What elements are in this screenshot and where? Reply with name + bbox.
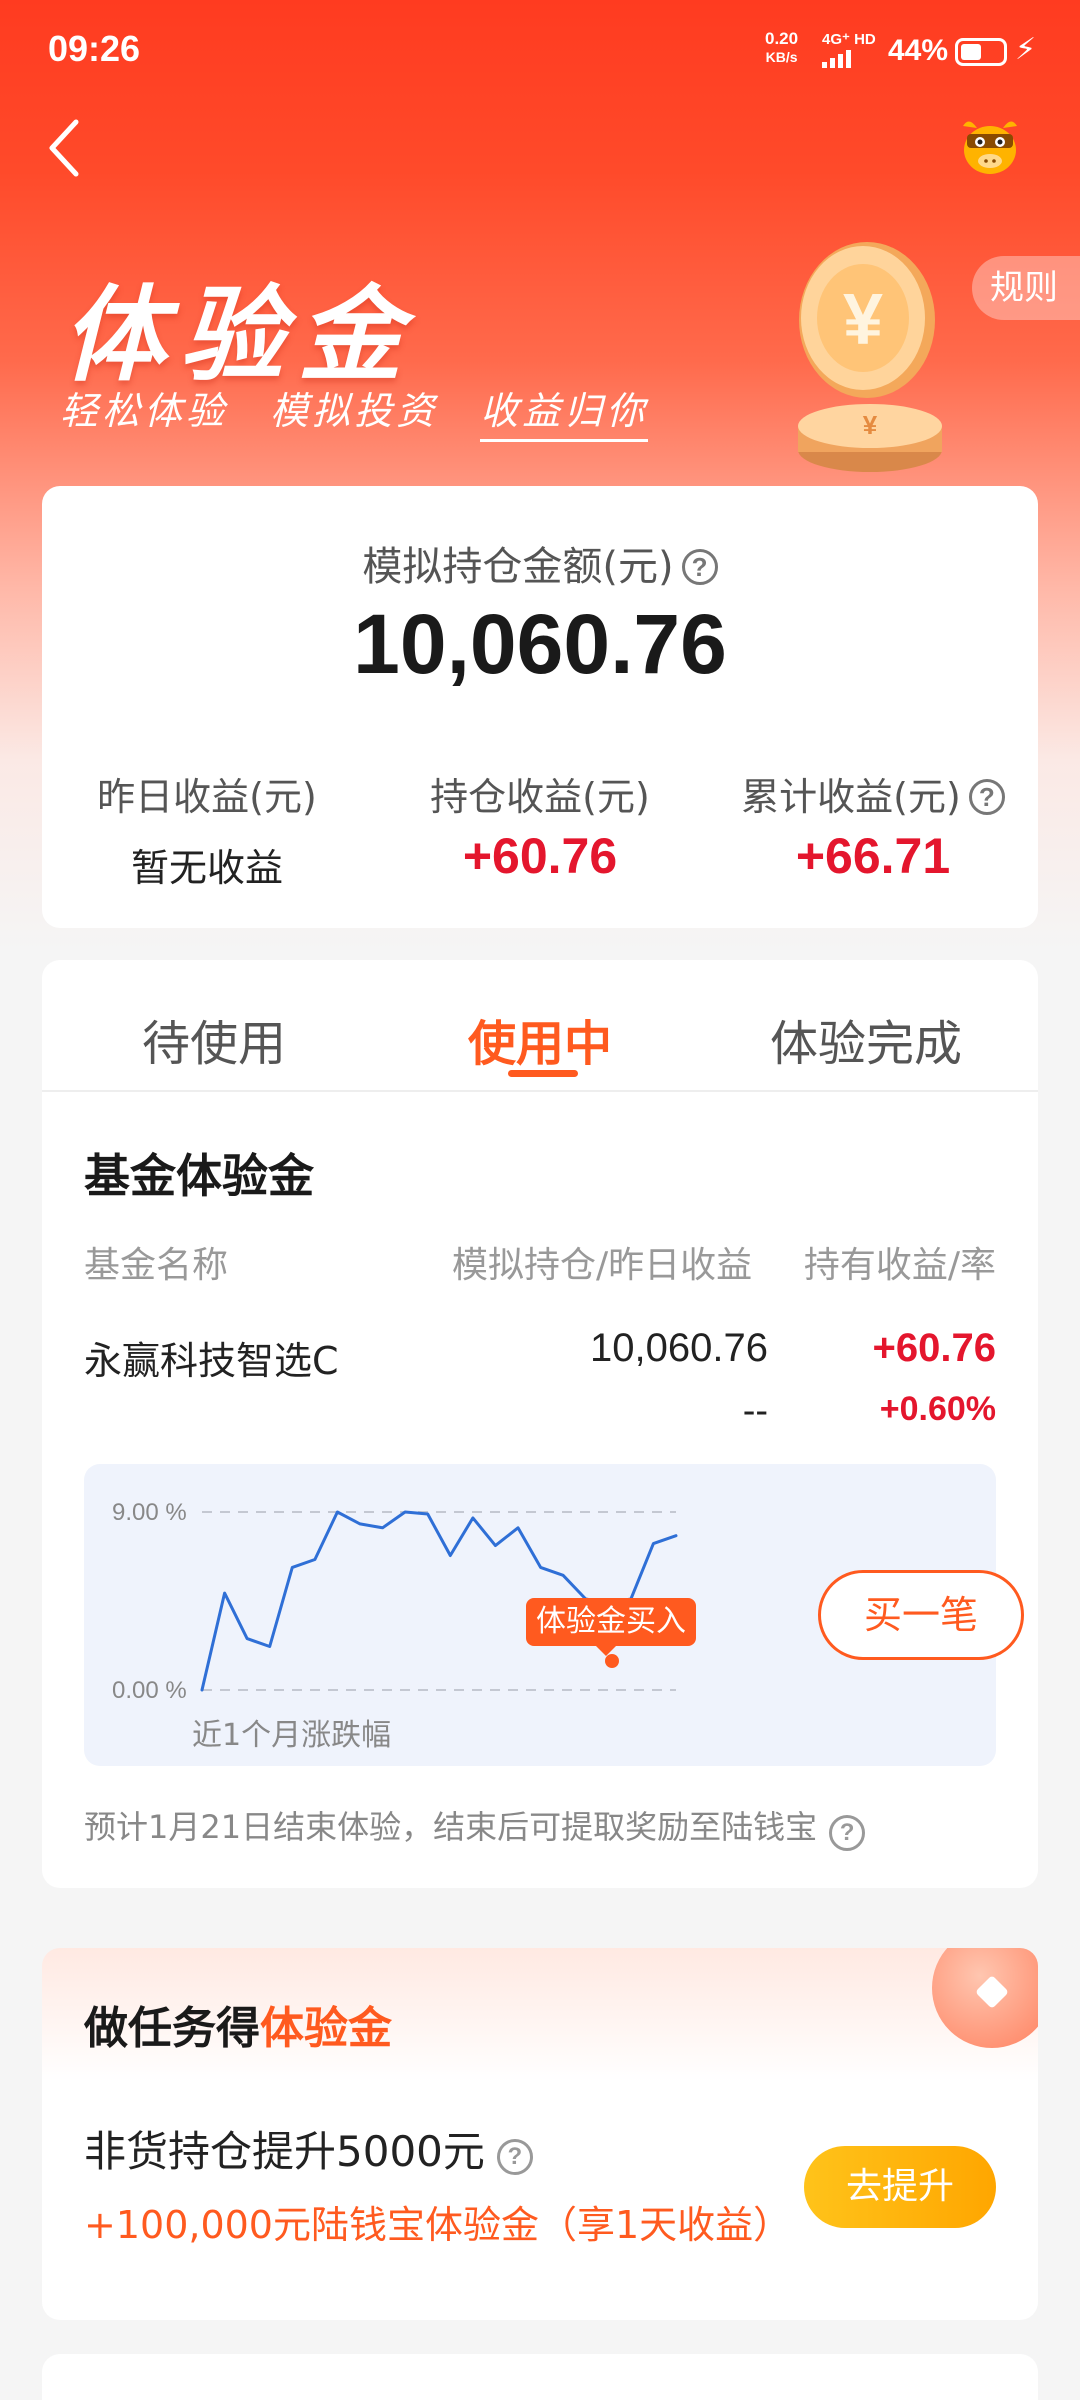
svg-text:¥: ¥ bbox=[843, 280, 883, 360]
fund-gain: +60.76 bbox=[872, 1326, 996, 1370]
task-title-prefix: 做任务得 bbox=[84, 2003, 260, 2054]
net-speed: 0.20 KB/s bbox=[765, 30, 798, 66]
experience-end-note: 预计1月21日结束体验，结束后可提取奖励至陆钱宝? bbox=[84, 1802, 866, 1851]
slogan-part-1: 轻松体验 bbox=[60, 389, 229, 433]
task-title: 做任务得体验金 bbox=[84, 1992, 392, 2056]
upgrade-button[interactable]: 去提升 bbox=[804, 2146, 996, 2228]
rules-button[interactable]: 规则 bbox=[972, 256, 1080, 320]
column-header-holding: 模拟持仓/昨日收益 bbox=[452, 1245, 753, 1286]
charging-icon: ⚡ bbox=[1015, 32, 1037, 67]
signal-icon bbox=[822, 50, 851, 68]
task-item-text: 非货持仓提升5000元 bbox=[84, 2127, 485, 2176]
task-title-highlight: 体验金 bbox=[260, 2003, 392, 2054]
help-icon[interactable]: ? bbox=[681, 549, 718, 585]
experience-end-text: 预计1月21日结束体验，结束后可提取奖励至陆钱宝 bbox=[84, 1808, 818, 1846]
fund-holding: 10,060.76 bbox=[590, 1326, 768, 1370]
stat-label: 昨日收益(元) bbox=[97, 775, 317, 819]
holding-amount: 10,060.76 bbox=[353, 597, 727, 691]
slogan-part-2: 模拟投资 bbox=[270, 389, 439, 433]
stat-value: +66.71 bbox=[795, 828, 951, 884]
y-tick-top: 9.00 % bbox=[112, 1499, 187, 1526]
stat-yesterday: 昨日收益(元) 暂无收益 bbox=[42, 766, 372, 892]
status-time: 09:26 bbox=[48, 28, 141, 69]
stat-value: +60.76 bbox=[462, 828, 618, 884]
fund-yesterday-gain: -- bbox=[742, 1390, 768, 1432]
holding-amount-label-row: 模拟持仓金额(元)? bbox=[42, 534, 1038, 592]
stat-label: 累计收益(元) bbox=[741, 775, 961, 819]
chart-caption: 近1个月涨跌幅 bbox=[192, 1718, 392, 1753]
buy-in-marker-dot bbox=[605, 1654, 619, 1668]
back-button[interactable] bbox=[36, 112, 106, 182]
column-header-name: 基金名称 bbox=[84, 1245, 229, 1286]
tab-in-use[interactable]: 使用中 bbox=[468, 1004, 612, 1074]
stat-holding-gain: 持仓收益(元) +60.76 bbox=[375, 766, 705, 885]
net-speed-value: 0.20 bbox=[765, 29, 799, 48]
stat-value: 暂无收益 bbox=[130, 846, 283, 890]
chevron-left-icon bbox=[49, 119, 79, 177]
yuan-coin-icon: ¥ ¥ bbox=[798, 242, 942, 472]
envelope-badge-icon bbox=[932, 1948, 1038, 2048]
hero-slogan: 轻松体验 模拟投资 收益归你 bbox=[60, 380, 674, 442]
help-icon[interactable]: ? bbox=[968, 779, 1005, 815]
tab-pending[interactable]: 待使用 bbox=[142, 1004, 286, 1074]
fund-gain-rate: +0.60% bbox=[879, 1390, 996, 1428]
bull-mascot-icon bbox=[963, 121, 1017, 174]
stat-label: 持仓收益(元) bbox=[430, 775, 650, 819]
net-speed-unit: KB/s bbox=[765, 49, 798, 65]
page-title: 体验金 bbox=[62, 274, 417, 396]
tab-active-indicator bbox=[508, 1070, 578, 1077]
battery-percent: 44% bbox=[888, 34, 949, 67]
slogan-part-3: 收益归你 bbox=[480, 389, 649, 442]
buy-in-marker-label: 体验金买入 bbox=[526, 1598, 696, 1656]
battery-icon bbox=[955, 38, 1007, 66]
stat-total-gain: 累计收益(元)? +66.71 bbox=[708, 766, 1038, 885]
fund-card: 待使用 使用中 体验完成 基金体验金 基金名称 模拟持仓/昨日收益 持有收益/率… bbox=[42, 960, 1038, 1888]
status-bar: 09:26 0.20 KB/s 4G⁺ HD 44% ⚡ bbox=[0, 0, 1080, 100]
task-reward: +100,000元陆钱宝体验金（享1天收益） bbox=[84, 2203, 792, 2247]
y-tick-bottom: 0.00 % bbox=[112, 1677, 187, 1704]
network-type: 4G⁺ HD bbox=[822, 31, 876, 48]
fund-name[interactable]: 永赢科技智选C bbox=[84, 1330, 339, 1385]
tab-bar: 待使用 使用中 体验完成 bbox=[42, 960, 1038, 1092]
task-item: 非货持仓提升5000元? bbox=[84, 2118, 533, 2179]
summary-card: 模拟持仓金额(元)? 10,060.76 昨日收益(元) 暂无收益 持仓收益(元… bbox=[42, 486, 1038, 928]
section-title: 基金体验金 bbox=[84, 1149, 314, 1203]
stat-label-row: 累计收益(元)? bbox=[708, 766, 1038, 821]
help-icon[interactable]: ? bbox=[829, 1815, 866, 1851]
column-header-gain: 持有收益/率 bbox=[803, 1245, 996, 1286]
tab-completed[interactable]: 体验完成 bbox=[770, 1004, 962, 1074]
holding-amount-label: 模拟持仓金额(元) bbox=[362, 544, 674, 590]
mascot-button[interactable] bbox=[955, 112, 1025, 182]
task-card: 做任务得体验金 非货持仓提升5000元? +100,000元陆钱宝体验金（享1天… bbox=[42, 1948, 1038, 2320]
trend-chart: 9.00 % 0.00 % 体验金买入 近1个月涨跌幅 买一笔 bbox=[84, 1464, 1024, 1766]
svg-text:¥: ¥ bbox=[863, 410, 878, 440]
next-card-peek bbox=[42, 2354, 1038, 2400]
buy-button[interactable]: 买一笔 bbox=[818, 1570, 1024, 1660]
help-icon[interactable]: ? bbox=[496, 2139, 533, 2175]
